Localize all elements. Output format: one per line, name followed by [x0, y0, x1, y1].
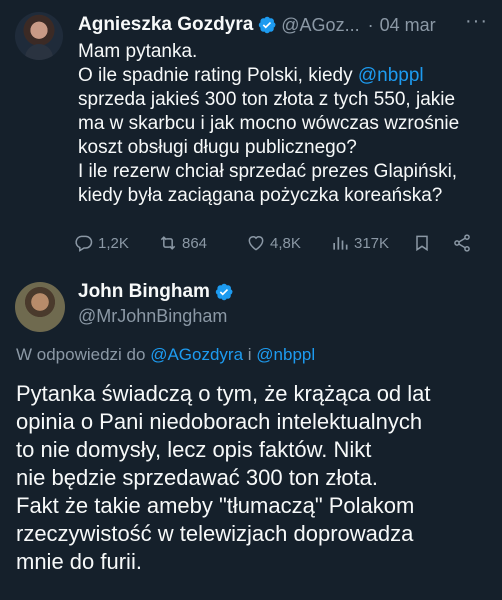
reply-text: Pytanka świadczą o tym, że krążąca od la…: [16, 380, 496, 576]
tweet-line: ma w skarbcu i jak mocno wówczas wzrośni…: [78, 113, 460, 134]
reply-line: opinia o Pani niedoborach intelektualnyc…: [16, 409, 423, 434]
share-icon: [454, 234, 470, 252]
mention-link[interactable]: @nbppl: [256, 345, 315, 364]
reply-line: to nie domysły, lecz opis faktów. Nikt: [16, 437, 372, 462]
reply-author-avatar[interactable]: [15, 282, 65, 332]
like-count: 4,8K: [270, 234, 301, 252]
reply-line: rzeczywistość w telewizjach doprowadza: [16, 521, 414, 546]
tweet-date[interactable]: 04 mar: [380, 15, 436, 36]
tweet-line: kiedy była zaciągana pożyczka koreańska?: [78, 185, 443, 206]
views-icon: [333, 237, 348, 250]
retweet-icon: [160, 236, 176, 250]
tweet-header: Agnieszka Gozdyra @AGoz... · 04 mar: [78, 14, 490, 36]
retweet-button[interactable]: 864: [158, 233, 207, 253]
reply-author-row: John Bingham: [78, 281, 238, 303]
reply-line: Fakt że takie ameby "tłumaczą" Polakom: [16, 493, 415, 518]
tweet-line: sprzeda jakieś 300 ton złota z tych 550,…: [78, 89, 456, 110]
mention-link[interactable]: @nbppl: [358, 65, 424, 86]
tweet-actions: 1,2K 864 4,8K 317K: [74, 231, 484, 255]
reply-line: mnie do furii.: [16, 549, 142, 574]
tweet-line: I ile rezerw chciał sprzedać prezes Glap…: [78, 161, 458, 182]
more-icon[interactable]: ···: [465, 10, 488, 33]
verified-badge-icon: [257, 15, 277, 35]
bookmark-button[interactable]: [412, 233, 436, 253]
author-name[interactable]: Agnieszka Gozdyra: [78, 14, 253, 36]
reply-line: nie będzie sprzedawać 300 ton złota.: [16, 465, 379, 490]
mention-link[interactable]: @AGozdyra: [150, 345, 243, 364]
views-count: 317K: [354, 234, 390, 252]
author-handle[interactable]: @AGoz...: [281, 15, 359, 36]
original-tweet[interactable]: Agnieszka Gozdyra @AGoz... · 04 mar ··· …: [0, 0, 502, 270]
reply-tweet[interactable]: John Bingham @MrJohnBingham W odpowiedzi…: [0, 270, 502, 600]
share-button[interactable]: [452, 233, 476, 253]
views-button[interactable]: 317K: [330, 233, 389, 253]
reply-author-handle[interactable]: @MrJohnBingham: [78, 306, 227, 327]
reply-icon: [75, 235, 93, 252]
verified-badge-icon: [214, 282, 234, 302]
reply-button[interactable]: 1,2K: [74, 233, 129, 253]
separator-dot: ·: [367, 14, 374, 35]
reply-count: 1,2K: [98, 234, 129, 252]
tweet-line: koszt obsługi długu publicznego?: [78, 137, 357, 158]
tweet-line: O ile spadnie rating Polski, kiedy @nbpp…: [78, 65, 424, 86]
bookmark-icon: [416, 235, 428, 252]
like-icon: [248, 236, 264, 251]
replying-to: W odpowiedzi do @AGozdyra i @nbppl: [16, 345, 316, 364]
reply-author-name[interactable]: John Bingham: [78, 281, 210, 303]
reply-line: Pytanka świadczą o tym, że krążąca od la…: [16, 381, 431, 406]
tweet-text: Mam pytanka. O ile spadnie rating Polski…: [78, 40, 498, 208]
like-button[interactable]: 4,8K: [246, 233, 301, 253]
retweet-count: 864: [182, 234, 208, 252]
author-avatar[interactable]: [15, 12, 63, 60]
tweet-line: Mam pytanka.: [78, 41, 198, 62]
